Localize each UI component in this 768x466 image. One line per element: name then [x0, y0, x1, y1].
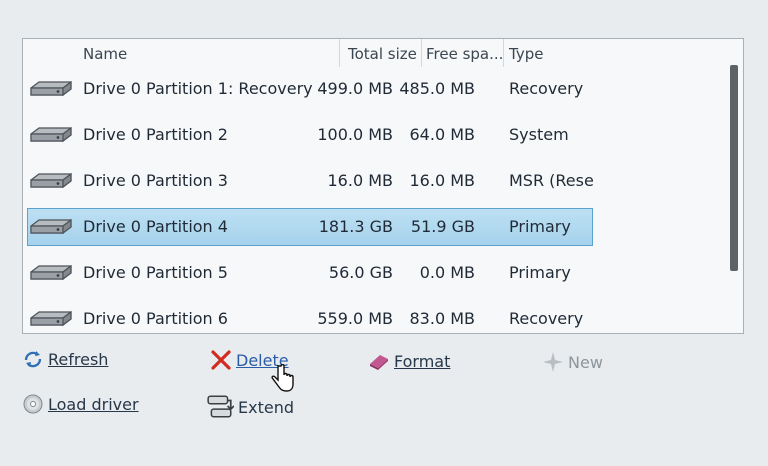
partition-total-size: 559.0 MB: [317, 309, 393, 328]
format-button[interactable]: Format: [368, 350, 450, 372]
partition-name: Drive 0 Partition 1: Recovery: [83, 79, 313, 98]
partition-total-size: 100.0 MB: [317, 125, 393, 144]
partition-free-space: 83.0 MB: [409, 309, 476, 328]
column-header-name[interactable]: Name: [83, 45, 127, 63]
partition-name: Drive 0 Partition 2: [83, 125, 228, 144]
partition-free-space: 51.9 GB: [410, 217, 475, 236]
scrollbar-thumb[interactable]: [730, 65, 738, 271]
partition-row[interactable]: Drive 0 Partition 5 56.0 GB 0.0 MB Primary: [23, 254, 723, 294]
partition-name: Drive 0 Partition 6: [83, 309, 228, 328]
column-header-free-space[interactable]: Free spa...: [426, 45, 503, 63]
partition-free-space: 16.0 MB: [409, 171, 476, 190]
partition-name: Drive 0 Partition 5: [83, 263, 228, 282]
extend-disk-icon: [207, 395, 234, 418]
hard-drive-icon: [30, 172, 72, 189]
partition-type: Recovery: [509, 79, 584, 98]
partition-row[interactable]: Drive 0 Partition 4 181.3 GB 51.9 GB Primar…: [23, 208, 723, 248]
column-header-type[interactable]: Type: [509, 45, 543, 63]
delete-x-icon: [211, 350, 231, 370]
partition-name: Drive 0 Partition 4: [83, 217, 228, 236]
partition-type: Recovery: [509, 309, 584, 328]
partition-total-size: 181.3 GB: [318, 217, 393, 236]
load-driver-button[interactable]: Load driver: [22, 393, 139, 415]
hand-cursor-icon: [271, 364, 294, 392]
partition-name: Drive 0 Partition 3: [83, 171, 228, 190]
partition-total-size: 56.0 GB: [328, 263, 393, 282]
vertical-scrollbar[interactable]: [725, 41, 741, 331]
sparkle-icon: [543, 352, 563, 372]
partition-row[interactable]: Drive 0 Partition 2 100.0 MB 64.0 MB System: [23, 116, 723, 156]
partition-row[interactable]: Drive 0 Partition 3 16.0 MB 16.0 MB MSR (Re…: [23, 162, 723, 202]
refresh-label: Refresh: [48, 349, 109, 369]
new-button[interactable]: New: [542, 351, 603, 373]
partition-list[interactable]: Name Total size Free spa... Type Drive 0…: [22, 38, 744, 334]
eraser-icon: [370, 355, 388, 370]
partition-free-space: 0.0 MB: [419, 263, 475, 282]
hard-drive-icon: [30, 264, 72, 281]
refresh-button[interactable]: Refresh: [22, 348, 108, 370]
cd-disc-icon: [23, 394, 43, 414]
extend-button[interactable]: Extend: [206, 393, 294, 421]
hard-drive-icon: [30, 126, 72, 143]
partition-type: Primary: [509, 217, 571, 236]
list-header: Name Total size Free spa... Type: [23, 39, 743, 69]
extend-label: Extend: [238, 397, 294, 417]
partition-row[interactable]: Drive 0 Partition 6 559.0 MB 83.0 MB Recove…: [23, 300, 723, 333]
load-driver-label: Load driver: [48, 394, 139, 414]
partition-type: Primary: [509, 263, 571, 282]
partition-type: MSR (Reser: [509, 171, 593, 190]
partition-free-space: 485.0 MB: [399, 79, 475, 98]
new-label: New: [568, 352, 603, 372]
partition-row[interactable]: Drive 0 Partition 1: Recovery 499.0 MB 485…: [23, 70, 723, 110]
hard-drive-icon: [30, 80, 72, 97]
format-label: Format: [394, 351, 451, 371]
partition-total-size: 499.0 MB: [317, 79, 393, 98]
hard-drive-icon: [30, 310, 72, 327]
partition-type: System: [509, 125, 569, 144]
refresh-icon: [24, 351, 42, 368]
partition-total-size: 16.0 MB: [327, 171, 394, 190]
column-header-total-size[interactable]: Total size: [348, 45, 417, 63]
hard-drive-icon: [30, 218, 72, 235]
partition-free-space: 64.0 MB: [409, 125, 476, 144]
